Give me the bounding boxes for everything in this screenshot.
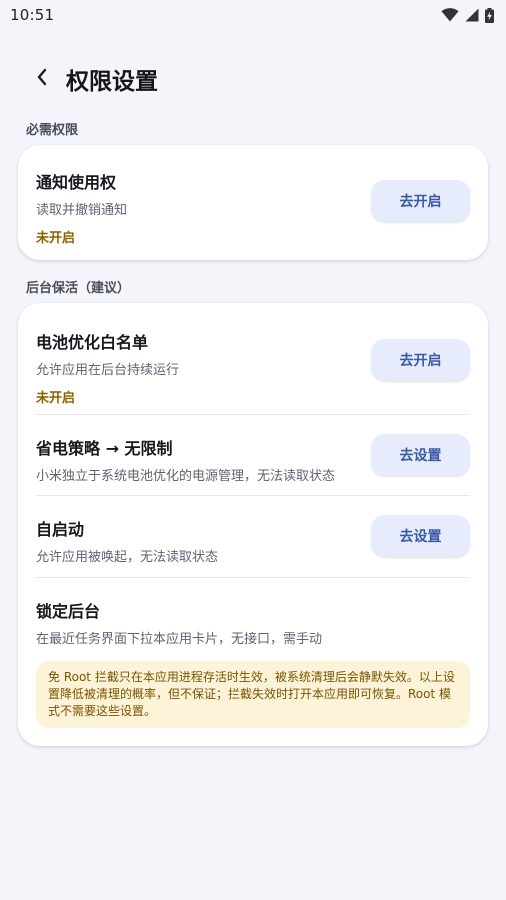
section-header-required: 必需权限 — [26, 123, 79, 138]
wifi-icon — [441, 8, 459, 22]
permission-row-autostart: 自启动 允许应用被唤起，无法读取状态 去设置 — [36, 495, 470, 577]
permission-row-notification-access: 通知使用权 读取并撤销通知 未开启 去开启 — [36, 145, 470, 260]
back-button[interactable] — [22, 59, 62, 99]
required-permissions-card: 通知使用权 读取并撤销通知 未开启 去开启 — [18, 145, 488, 260]
battery-charging-icon — [485, 7, 494, 23]
chevron-left-icon — [36, 68, 48, 90]
enable-battery-whitelist-button[interactable]: 去开启 — [371, 339, 470, 381]
background-keepalive-card: 电池优化白名单 允许应用在后台持续运行 未开启 去开启 省电策略 → 无限制 小… — [18, 303, 488, 746]
warning-note: 免 Root 拦截只在本应用进程存活时生效，被系统清理后会静默失效。以上设置降低… — [36, 661, 470, 728]
row-title: 锁定后台 — [36, 602, 101, 621]
enable-notification-access-button[interactable]: 去开启 — [371, 180, 470, 222]
status-badge: 未开启 — [36, 391, 76, 406]
cell-signal-icon — [465, 8, 479, 22]
set-power-policy-button[interactable]: 去设置 — [371, 434, 470, 476]
set-autostart-button[interactable]: 去设置 — [371, 515, 470, 557]
permission-row-lock-background: 锁定后台 在最近任务界面下拉本应用卡片，无接口，需手动 — [36, 577, 470, 651]
page-title: 权限设置 — [66, 69, 158, 95]
permission-row-power-policy: 省电策略 → 无限制 小米独立于系统电池优化的电源管理，无法读取状态 去设置 — [36, 414, 470, 495]
app-bar: 权限设置 — [0, 56, 506, 102]
status-icons — [441, 7, 494, 23]
permission-row-battery-whitelist: 电池优化白名单 允许应用在后台持续运行 未开启 去开启 — [36, 303, 470, 414]
status-badge: 未开启 — [36, 231, 76, 246]
status-time: 10:51 — [10, 6, 55, 24]
row-desc: 在最近任务界面下拉本应用卡片，无接口，需手动 — [36, 632, 323, 647]
status-bar: 10:51 — [0, 0, 506, 30]
section-header-background: 后台保活（建议） — [26, 281, 131, 296]
